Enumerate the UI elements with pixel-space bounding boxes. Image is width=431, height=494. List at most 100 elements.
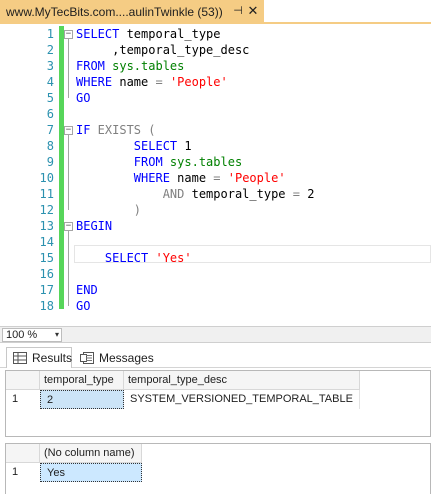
code-token: GO (76, 299, 91, 313)
column-header-no-column-name[interactable]: (No column name) (40, 444, 142, 463)
tab-messages-label: Messages (99, 350, 154, 365)
line-number: 5 (46, 91, 54, 105)
code-text: SELECT temporal_type (76, 26, 221, 42)
code-line[interactable]: 8 SELECT 1 (0, 138, 431, 154)
code-token: name (112, 75, 156, 89)
code-token: 'People' (162, 75, 228, 89)
line-number: 12 (39, 203, 54, 217)
results-grid-2[interactable]: (No column name) 1 Yes (5, 443, 431, 494)
line-number: 8 (46, 139, 54, 153)
line-number: 13 (39, 219, 54, 233)
fold-guide (68, 231, 69, 306)
code-token: SELECT (76, 251, 149, 265)
line-number: 9 (46, 155, 54, 169)
zoom-value: 100 % (6, 329, 38, 341)
code-line[interactable]: 18 GO (0, 298, 431, 314)
code-text: FROM sys.tables (76, 58, 184, 74)
chevron-down-icon[interactable]: ▾ (55, 329, 59, 341)
code-token: = (213, 171, 221, 185)
line-number: 4 (46, 75, 54, 89)
query-tab[interactable]: www.MyTecBits.com....aulinTwinkle (53)) … (0, 0, 264, 24)
collapse-icon[interactable]: − (64, 126, 73, 135)
code-line[interactable]: 15 SELECT 'Yes' (0, 250, 431, 266)
column-header-temporal-type[interactable]: temporal_type (40, 371, 124, 390)
zoom-select[interactable]: 100 % ▾ (2, 328, 62, 342)
result-tabs: Results Messages (0, 344, 431, 368)
results-grid-1[interactable]: temporal_type temporal_type_desc 1 2 SYS… (5, 370, 431, 437)
code-token: END (76, 283, 98, 297)
row-number[interactable]: 1 (6, 463, 40, 482)
code-line[interactable]: 10 WHERE name = 'People' (0, 170, 431, 186)
code-line[interactable]: 9 FROM sys.tables (0, 154, 431, 170)
line-number: 6 (46, 107, 54, 121)
pin-icon[interactable]: ⊣ (231, 4, 245, 18)
code-text: END (76, 282, 98, 298)
messages-icon (80, 351, 94, 364)
fold-guide (68, 135, 69, 210)
code-line[interactable]: 13 BEGIN − (0, 218, 431, 234)
code-token: 'People' (220, 171, 286, 185)
query-editor[interactable]: 1 SELECT temporal_type −2 ,temporal_type_d… (0, 26, 431, 324)
code-token: name (169, 171, 214, 185)
code-line[interactable]: 3 FROM sys.tables (0, 58, 431, 74)
code-token: 2 (299, 187, 315, 201)
tab-messages[interactable]: Messages (74, 347, 156, 368)
code-token: BEGIN (76, 219, 113, 233)
code-line[interactable]: 11 AND temporal_type = 2 (0, 186, 431, 202)
code-token: AND (76, 187, 185, 201)
code-token: ,temporal_type_desc (76, 43, 250, 57)
code-text: IF EXISTS ( (76, 122, 155, 138)
line-number: 10 (39, 171, 54, 185)
table-cell[interactable]: 2 (40, 390, 124, 409)
code-token: SELECT (76, 27, 120, 41)
code-text: BEGIN (76, 218, 112, 234)
code-text: ,temporal_type_desc (76, 42, 249, 58)
fold-guide (68, 39, 69, 98)
document-tab-bar: www.MyTecBits.com....aulinTwinkle (53)) … (0, 0, 431, 24)
code-token: 'Yes' (148, 251, 192, 265)
code-text: GO (76, 90, 90, 106)
code-line[interactable]: 16 (0, 266, 431, 282)
code-token: sys.tables (104, 59, 185, 73)
code-token: 1 (177, 139, 192, 153)
code-line[interactable]: 14 (0, 234, 431, 250)
code-token: EXISTS (90, 123, 149, 137)
code-line[interactable]: 12 ) (0, 202, 431, 218)
row-header-corner (6, 371, 40, 390)
code-text: AND temporal_type = 2 (76, 186, 315, 202)
code-token: ( (148, 123, 156, 137)
code-token: WHERE (76, 171, 170, 185)
code-text: SELECT 'Yes' (76, 250, 192, 266)
query-tab-title: www.MyTecBits.com....aulinTwinkle (53)) (6, 5, 223, 19)
table-cell[interactable]: SYSTEM_VERSIONED_TEMPORAL_TABLE (124, 390, 360, 409)
line-number: 3 (46, 59, 54, 73)
close-icon[interactable]: ✕ (246, 3, 260, 19)
grid-icon (13, 352, 27, 364)
tab-results[interactable]: Results (6, 347, 72, 368)
code-token: GO (76, 91, 91, 105)
code-line[interactable]: 1 SELECT temporal_type − (0, 26, 431, 42)
zoom-bar: 100 % ▾ (0, 326, 431, 343)
row-number[interactable]: 1 (6, 390, 40, 409)
code-line[interactable]: 6 (0, 106, 431, 122)
collapse-icon[interactable]: − (64, 222, 73, 231)
code-line[interactable]: 7 IF EXISTS (− (0, 122, 431, 138)
row-header-corner (6, 444, 40, 463)
code-token: temporal_type (119, 27, 221, 41)
column-header-temporal-type-desc[interactable]: temporal_type_desc (124, 371, 360, 390)
line-number: 2 (46, 43, 54, 57)
line-number: 14 (39, 235, 54, 249)
code-line[interactable]: 2 ,temporal_type_desc (0, 42, 431, 58)
code-text: FROM sys.tables (76, 154, 242, 170)
code-text: ) (76, 202, 141, 218)
code-line[interactable]: 4 WHERE name = 'People' (0, 74, 431, 90)
code-text: SELECT 1 (76, 138, 192, 154)
code-token: FROM (76, 59, 105, 73)
line-number: 16 (39, 267, 54, 281)
code-line[interactable]: 5 GO (0, 90, 431, 106)
code-line[interactable]: 17 END (0, 282, 431, 298)
collapse-icon[interactable]: − (64, 30, 73, 39)
tab-results-label: Results (32, 351, 73, 365)
line-number: 15 (39, 251, 54, 265)
table-cell[interactable]: Yes (40, 463, 142, 482)
